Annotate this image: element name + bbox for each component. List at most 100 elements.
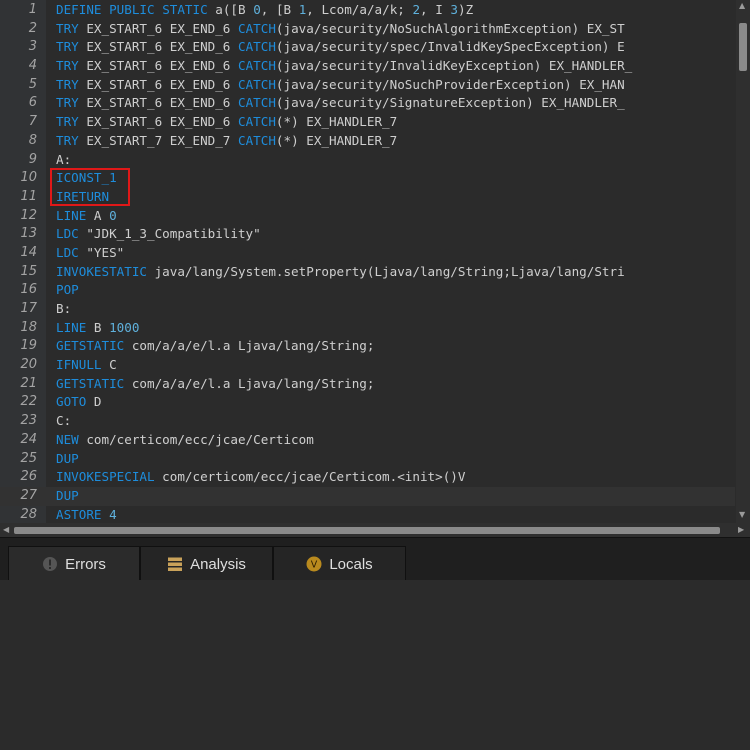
keyword-token: GETSTATIC (56, 338, 125, 354)
tab-errors-label: Errors (65, 555, 106, 573)
line-number: 9 (28, 151, 37, 167)
line-number: 27 (20, 487, 37, 503)
locals-icon: V (306, 556, 322, 572)
keyword-token: TRY (56, 76, 79, 92)
code-lines[interactable]: 1 DEFINE PUBLIC STATIC a([B 0, [B 1, Lcom… (0, 1, 735, 523)
scroll-right-arrow-icon[interactable]: ▶ (738, 525, 744, 535)
bottom-tab-bar: Errors Analysis V Locals (0, 537, 750, 581)
keyword-token: STATIC (162, 2, 208, 17)
code-text: TRY EX_START_6 EX_END_6 CATCH(java/secur… (56, 76, 625, 95)
vertical-scrollbar[interactable]: ▲ ▼ (736, 0, 750, 523)
code-text: B: (56, 300, 71, 319)
text-token: B: (56, 301, 72, 316)
code-text: A: (56, 151, 71, 170)
text-token: B (86, 319, 110, 335)
text-token: com/a/a/e/l.a Ljava/lang/String; (124, 338, 375, 354)
keyword-token: INVOKESTATIC (56, 263, 147, 279)
code-line[interactable]: 22 GOTO D (0, 393, 735, 412)
keyword-token: POP (56, 282, 79, 298)
text-token: EX_START_6 EX_END_6 (78, 95, 238, 111)
keyword-token: TRY (56, 95, 79, 111)
tab-analysis[interactable]: Analysis (140, 546, 273, 581)
code-line[interactable]: 1 DEFINE PUBLIC STATIC a([B 0, [B 1, Lcom… (0, 1, 735, 20)
code-line[interactable]: 4 TRY EX_START_6 EX_END_6 CATCH(java/secu… (0, 57, 735, 76)
code-line[interactable]: 25 DUP (0, 450, 735, 469)
code-line[interactable]: 18 LINE B 1000 (0, 319, 735, 338)
text-token: C (101, 357, 117, 373)
code-text: TRY EX_START_7 EX_END_7 CATCH(*) EX_HAND… (56, 132, 397, 151)
horizontal-scroll-thumb[interactable] (14, 527, 720, 534)
analysis-icon (168, 557, 183, 571)
code-text: TRY EX_START_6 EX_END_6 CATCH(*) EX_HAND… (56, 113, 397, 132)
text-token: EX_START_6 EX_END_6 (78, 20, 238, 36)
code-editor[interactable]: 1 DEFINE PUBLIC STATIC a([B 0, [B 1, Lcom… (0, 0, 750, 523)
text-token: , Lcom/a/a/k; (306, 2, 413, 17)
line-number: 26 (20, 469, 37, 485)
code-line[interactable]: 7 TRY EX_START_6 EX_END_6 CATCH(*) EX_HAN… (0, 113, 735, 132)
keyword-token: CATCH (237, 20, 276, 36)
line-number: 25 (20, 450, 37, 466)
line-number: 21 (20, 375, 37, 391)
code-line[interactable]: 8 TRY EX_START_7 EX_END_7 CATCH(*) EX_HAN… (0, 132, 735, 151)
code-line[interactable]: 28 ASTORE 4 (0, 506, 735, 523)
line-number: 4 (28, 58, 37, 74)
svg-text:V: V (311, 560, 318, 571)
text-token: , I (420, 2, 451, 17)
code-line[interactable]: 16 POP (0, 281, 735, 300)
scroll-up-arrow-icon[interactable]: ▲ (739, 1, 745, 11)
text-token: EX_START_6 EX_END_6 (78, 76, 238, 92)
line-number: 24 (20, 431, 37, 447)
number-token: 2 (412, 2, 421, 17)
text-token: (*) EX_HANDLER_7 (275, 114, 398, 130)
keyword-token: TRY (56, 114, 79, 130)
line-number: 18 (20, 319, 37, 335)
text-token: C: (56, 413, 72, 429)
code-line[interactable]: 2 TRY EX_START_6 EX_END_6 CATCH(java/secu… (0, 20, 735, 39)
text-token: )Z (457, 2, 474, 17)
code-text: GETSTATIC com/a/a/e/l.a Ljava/lang/Strin… (56, 337, 374, 356)
error-icon (43, 557, 58, 571)
code-line[interactable]: 24 NEW com/certicom/ecc/jcae/Certicom (0, 431, 735, 450)
text-token: D (86, 394, 102, 410)
code-text: NEW com/certicom/ecc/jcae/Certicom (56, 431, 314, 450)
code-text: LINE B 1000 (56, 319, 139, 338)
text-token: EX_START_6 EX_END_6 (78, 114, 238, 130)
code-line[interactable]: 20 IFNULL C (0, 356, 735, 375)
code-text: TRY EX_START_6 EX_END_6 CATCH(java/secur… (56, 38, 625, 57)
text-token: java/lang/System.setProperty(Ljava/lang/… (147, 263, 625, 279)
scroll-down-arrow-icon[interactable]: ▼ (739, 510, 745, 520)
code-line[interactable]: 3 TRY EX_START_6 EX_END_6 CATCH(java/secu… (0, 38, 735, 57)
code-line[interactable]: 5 TRY EX_START_6 EX_END_6 CATCH(java/secu… (0, 76, 735, 95)
keyword-token: GETSTATIC (56, 375, 125, 391)
code-line[interactable]: 23 C: (0, 412, 735, 431)
tab-errors[interactable]: Errors (8, 546, 140, 581)
code-line[interactable]: 14 LDC "YES" (0, 244, 735, 263)
code-line[interactable]: 27 DUP (0, 486, 735, 506)
line-number: 23 (20, 413, 37, 429)
text-token: EX_START_7 EX_END_7 (78, 132, 238, 148)
code-line[interactable]: 6 TRY EX_START_6 EX_END_6 CATCH(java/secu… (0, 94, 735, 113)
scroll-left-arrow-icon[interactable]: ◀ (3, 525, 9, 535)
tab-locals[interactable]: V Locals (273, 546, 406, 581)
line-number: 16 (20, 282, 37, 298)
code-text: LDC "JDK_1_3_Compatibility" (56, 225, 261, 244)
keyword-token: GOTO (56, 394, 87, 410)
vertical-scroll-thumb[interactable] (739, 23, 747, 71)
line-number: 20 (20, 357, 37, 373)
code-line[interactable]: 19 GETSTATIC com/a/a/e/l.a Ljava/lang/Str… (0, 337, 735, 356)
number-token: 0 (253, 2, 261, 17)
line-number: 15 (20, 263, 37, 279)
code-line[interactable]: 15 INVOKESTATIC java/lang/System.setPrope… (0, 263, 735, 282)
code-line[interactable]: 9 A: (0, 151, 735, 170)
number-token: 3 (450, 2, 458, 17)
code-line[interactable]: 21 GETSTATIC com/a/a/e/l.a Ljava/lang/Str… (0, 375, 735, 394)
code-line[interactable]: 13 LDC "JDK_1_3_Compatibility" (0, 225, 735, 244)
code-line[interactable]: 12 LINE A 0 (0, 207, 735, 226)
code-line[interactable]: 17 B: (0, 300, 735, 319)
code-line[interactable]: 26 INVOKESPECIAL com/certicom/ecc/jcae/Ce… (0, 468, 735, 487)
horizontal-scrollbar[interactable]: ◀ ▶ (0, 523, 750, 537)
line-number: 3 (28, 39, 37, 55)
text-token: (java/security/NoSuchAlgorithmException)… (275, 20, 625, 36)
code-text: C: (56, 412, 71, 431)
